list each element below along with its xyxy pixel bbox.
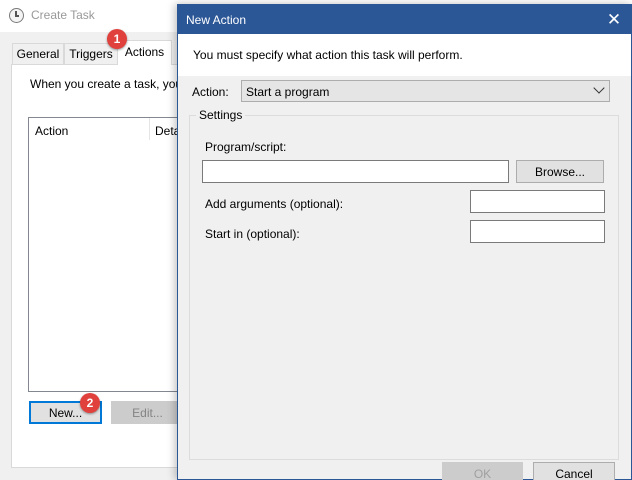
task-scheduler-clock-icon <box>9 8 24 23</box>
actions-list[interactable]: Action Deta <box>28 117 198 392</box>
new-action-titlebar: New Action ✕ <box>178 5 631 34</box>
close-icon[interactable]: ✕ <box>597 5 631 34</box>
action-type-select[interactable]: Start a program <box>241 80 610 102</box>
program-script-input[interactable] <box>202 160 509 183</box>
settings-group: Settings Program/script: Browse... Add a… <box>189 108 619 460</box>
action-type-value: Start a program <box>246 85 330 99</box>
create-task-title: Create Task <box>31 8 95 22</box>
start-in-input[interactable] <box>470 220 605 243</box>
column-header-action[interactable]: Action <box>35 124 68 138</box>
arguments-label: Add arguments (optional): <box>205 197 344 211</box>
new-action-header: You must specify what action this task w… <box>178 34 631 76</box>
column-divider[interactable] <box>149 118 150 140</box>
ok-button[interactable]: OK <box>442 462 523 480</box>
browse-button[interactable]: Browse... <box>516 160 604 183</box>
edit-action-button[interactable]: Edit... <box>111 401 184 424</box>
step-marker-2: 2 <box>80 393 100 413</box>
arguments-input[interactable] <box>470 190 605 213</box>
new-action-dialog: New Action ✕ You must specify what actio… <box>177 4 632 480</box>
cancel-button[interactable]: Cancel <box>533 462 615 480</box>
action-label: Action: <box>192 85 229 99</box>
chevron-down-icon <box>593 82 605 94</box>
new-action-title: New Action <box>186 13 247 27</box>
step-marker-1: 1 <box>107 29 127 49</box>
tab-general[interactable]: General <box>12 43 64 64</box>
settings-legend: Settings <box>196 108 246 122</box>
start-in-label: Start in (optional): <box>205 227 300 241</box>
actions-instruction: When you create a task, you <box>30 77 183 91</box>
program-script-label: Program/script: <box>205 140 287 154</box>
new-action-instruction: You must specify what action this task w… <box>193 48 463 62</box>
